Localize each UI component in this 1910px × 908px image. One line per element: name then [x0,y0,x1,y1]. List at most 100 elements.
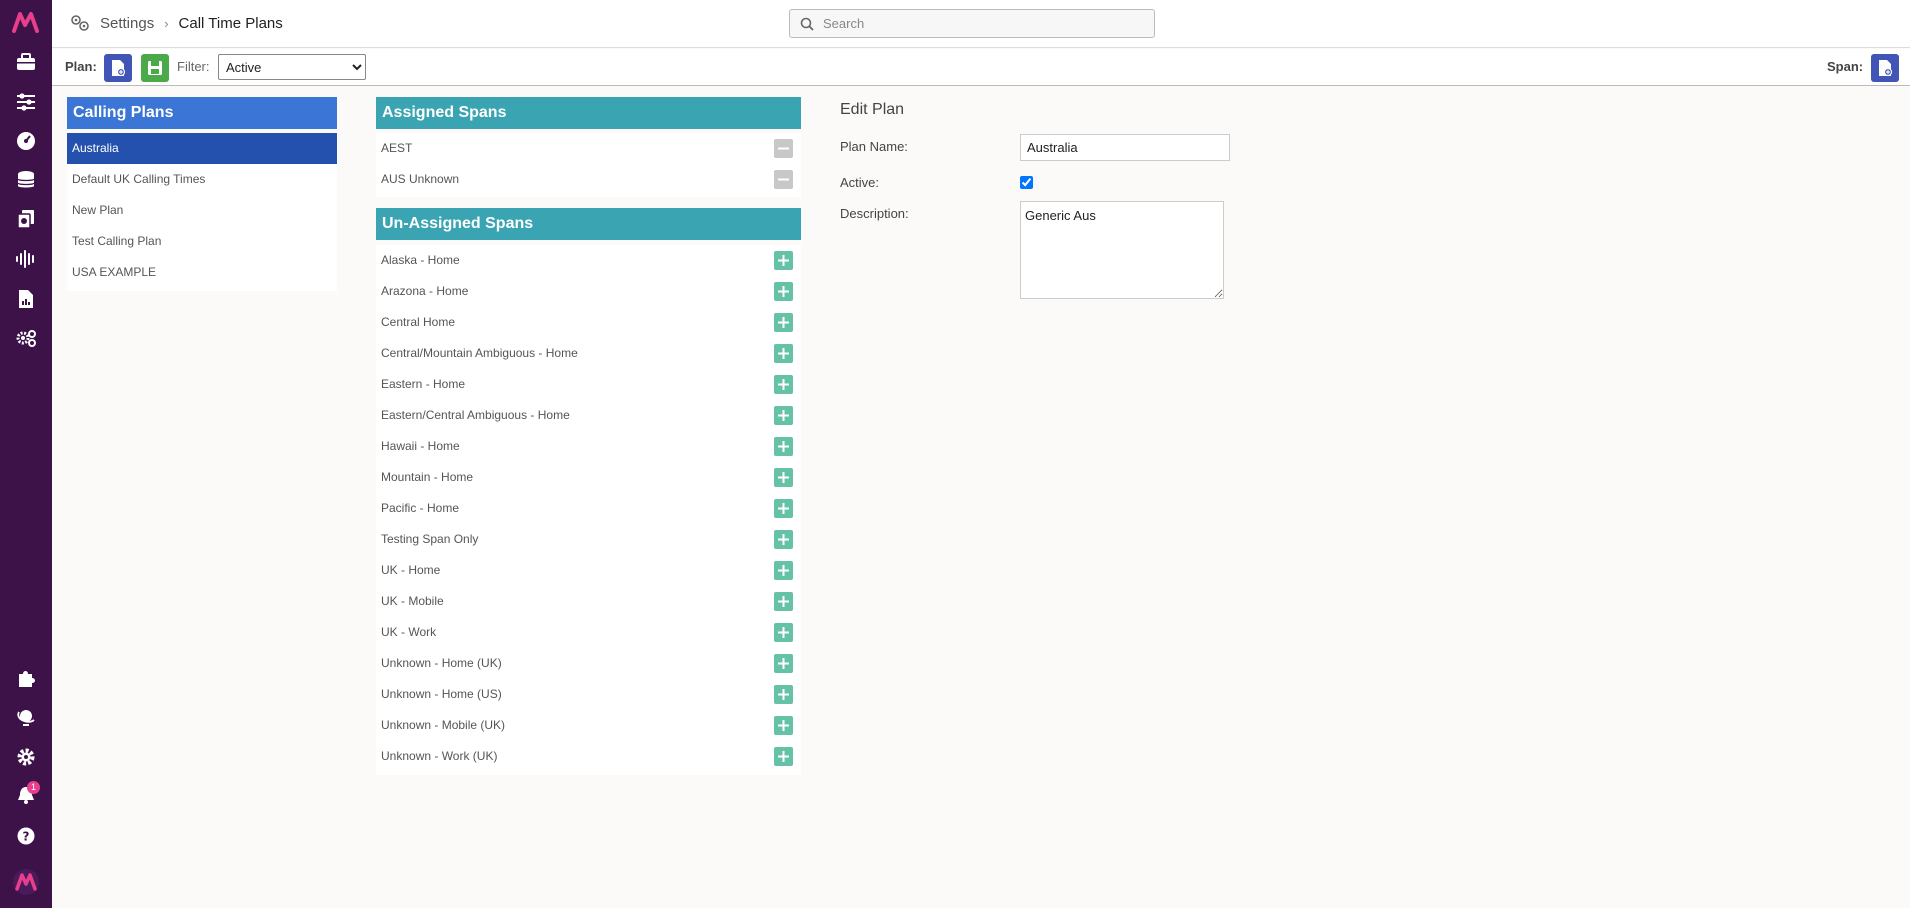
new-span-button[interactable] [1871,54,1899,82]
add-span-button[interactable] [774,468,793,487]
settings-cogs-icon[interactable] [12,324,40,352]
span-label: Mountain - Home [381,470,474,484]
report-icon[interactable] [12,285,40,313]
calling-plan-item[interactable]: USA EXAMPLE [67,257,337,288]
save-plan-button[interactable] [141,54,169,82]
edit-plan-title: Edit Plan [840,101,905,118]
waveform-icon[interactable] [12,245,40,273]
new-plan-button[interactable] [104,54,132,82]
puzzle-icon[interactable] [12,664,40,692]
search-input[interactable] [823,16,1123,31]
unassigned-span-row: Arazona - Home [376,276,801,307]
span-label: Eastern - Home [381,377,466,391]
unassigned-span-row: UK - Work [376,617,801,648]
add-span-button[interactable] [774,747,793,766]
unassigned-span-row: Hawaii - Home [376,431,801,462]
globe-icon[interactable] [12,703,40,731]
remove-span-button[interactable] [774,139,793,158]
add-span-button[interactable] [774,592,793,611]
breadcrumb-settings[interactable]: Settings [100,15,154,32]
plus-icon [778,534,789,545]
plan-name-label: Plan Name: [840,139,908,154]
add-span-button[interactable] [774,685,793,704]
database-icon[interactable] [12,166,40,194]
brand-logo-icon[interactable] [12,868,40,896]
calling-plans-list: Australia Default UK Calling Times New Pla… [67,133,337,291]
unassigned-span-row: Mountain - Home [376,462,801,493]
add-span-button[interactable] [774,561,793,580]
calling-plan-item[interactable]: Australia [67,133,337,164]
active-checkbox[interactable] [1020,176,1033,189]
add-span-button[interactable] [774,375,793,394]
add-span-button[interactable] [774,344,793,363]
notification-badge: 1 [27,781,40,794]
add-span-button[interactable] [774,654,793,673]
briefcase-icon[interactable] [12,48,40,76]
gear-icon[interactable] [12,743,40,771]
toolbar: Plan: Filter: Active Span: [52,49,1910,86]
calling-plan-item[interactable]: Test Calling Plan [67,226,337,257]
plus-icon [778,751,789,762]
unassigned-spans-header: Un-Assigned Spans [376,208,801,240]
span-label: UK - Work [381,625,437,639]
plan-name-input[interactable] [1020,134,1230,161]
search-box[interactable] [789,9,1155,38]
add-span-button[interactable] [774,499,793,518]
span-label: Central/Mountain Ambiguous - Home [381,346,578,360]
add-span-button[interactable] [774,406,793,425]
span-label: Arazona - Home [381,284,469,298]
save-icon [148,61,162,75]
unassigned-spans-list: Alaska - Home Arazona - Home Central Home C… [376,245,801,775]
unassigned-span-row: Unknown - Work (UK) [376,741,801,772]
left-nav-rail: 1 ? [0,0,52,908]
calling-plan-item[interactable]: Default UK Calling Times [67,164,337,195]
span-label: Alaska - Home [381,253,460,267]
plan-label: Plan: [65,59,97,74]
span-label: UK - Home [381,563,441,577]
search-icon [800,17,814,31]
documents-icon[interactable] [12,205,40,233]
active-label: Active: [840,175,880,190]
dashboard-icon[interactable] [12,127,40,155]
plus-icon [778,472,789,483]
plus-icon [778,410,789,421]
add-span-button[interactable] [774,623,793,642]
plus-icon [778,286,789,297]
new-document-icon [1879,60,1893,77]
span-label: AEST [381,141,413,155]
minus-icon [778,174,789,185]
add-span-button[interactable] [774,282,793,301]
plus-icon [778,596,789,607]
assigned-spans-header: Assigned Spans [376,97,801,129]
unassigned-span-row: Central Home [376,307,801,338]
plus-icon [778,379,789,390]
help-icon[interactable]: ? [12,822,40,850]
add-span-button[interactable] [774,313,793,332]
logo-icon[interactable] [12,8,40,36]
span-label: UK - Mobile [381,594,444,608]
unassigned-span-row: Pacific - Home [376,493,801,524]
bell-icon[interactable]: 1 [12,781,40,809]
unassigned-span-row: Unknown - Home (US) [376,679,801,710]
plus-icon [778,348,789,359]
assigned-span-row: AUS Unknown [376,164,801,195]
description-label: Description: [840,206,909,221]
add-span-button[interactable] [774,437,793,456]
span-label: Unknown - Mobile (UK) [381,718,506,732]
sliders-icon[interactable] [12,88,40,116]
remove-span-button[interactable] [774,170,793,189]
unassigned-span-row: Testing Span Only [376,524,801,555]
add-span-button[interactable] [774,716,793,735]
assigned-span-row: AEST [376,133,801,164]
add-span-button[interactable] [774,251,793,270]
plus-icon [778,441,789,452]
unassigned-span-row: Unknown - Home (UK) [376,648,801,679]
breadcrumb-separator: › [164,15,169,31]
plus-icon [778,627,789,638]
filter-select[interactable]: Active [218,54,366,80]
calling-plan-item[interactable]: New Plan [67,195,337,226]
span-label: Eastern/Central Ambiguous - Home [381,408,570,422]
add-span-button[interactable] [774,530,793,549]
description-textarea[interactable] [1020,201,1224,299]
span-label: Testing Span Only [381,532,479,546]
